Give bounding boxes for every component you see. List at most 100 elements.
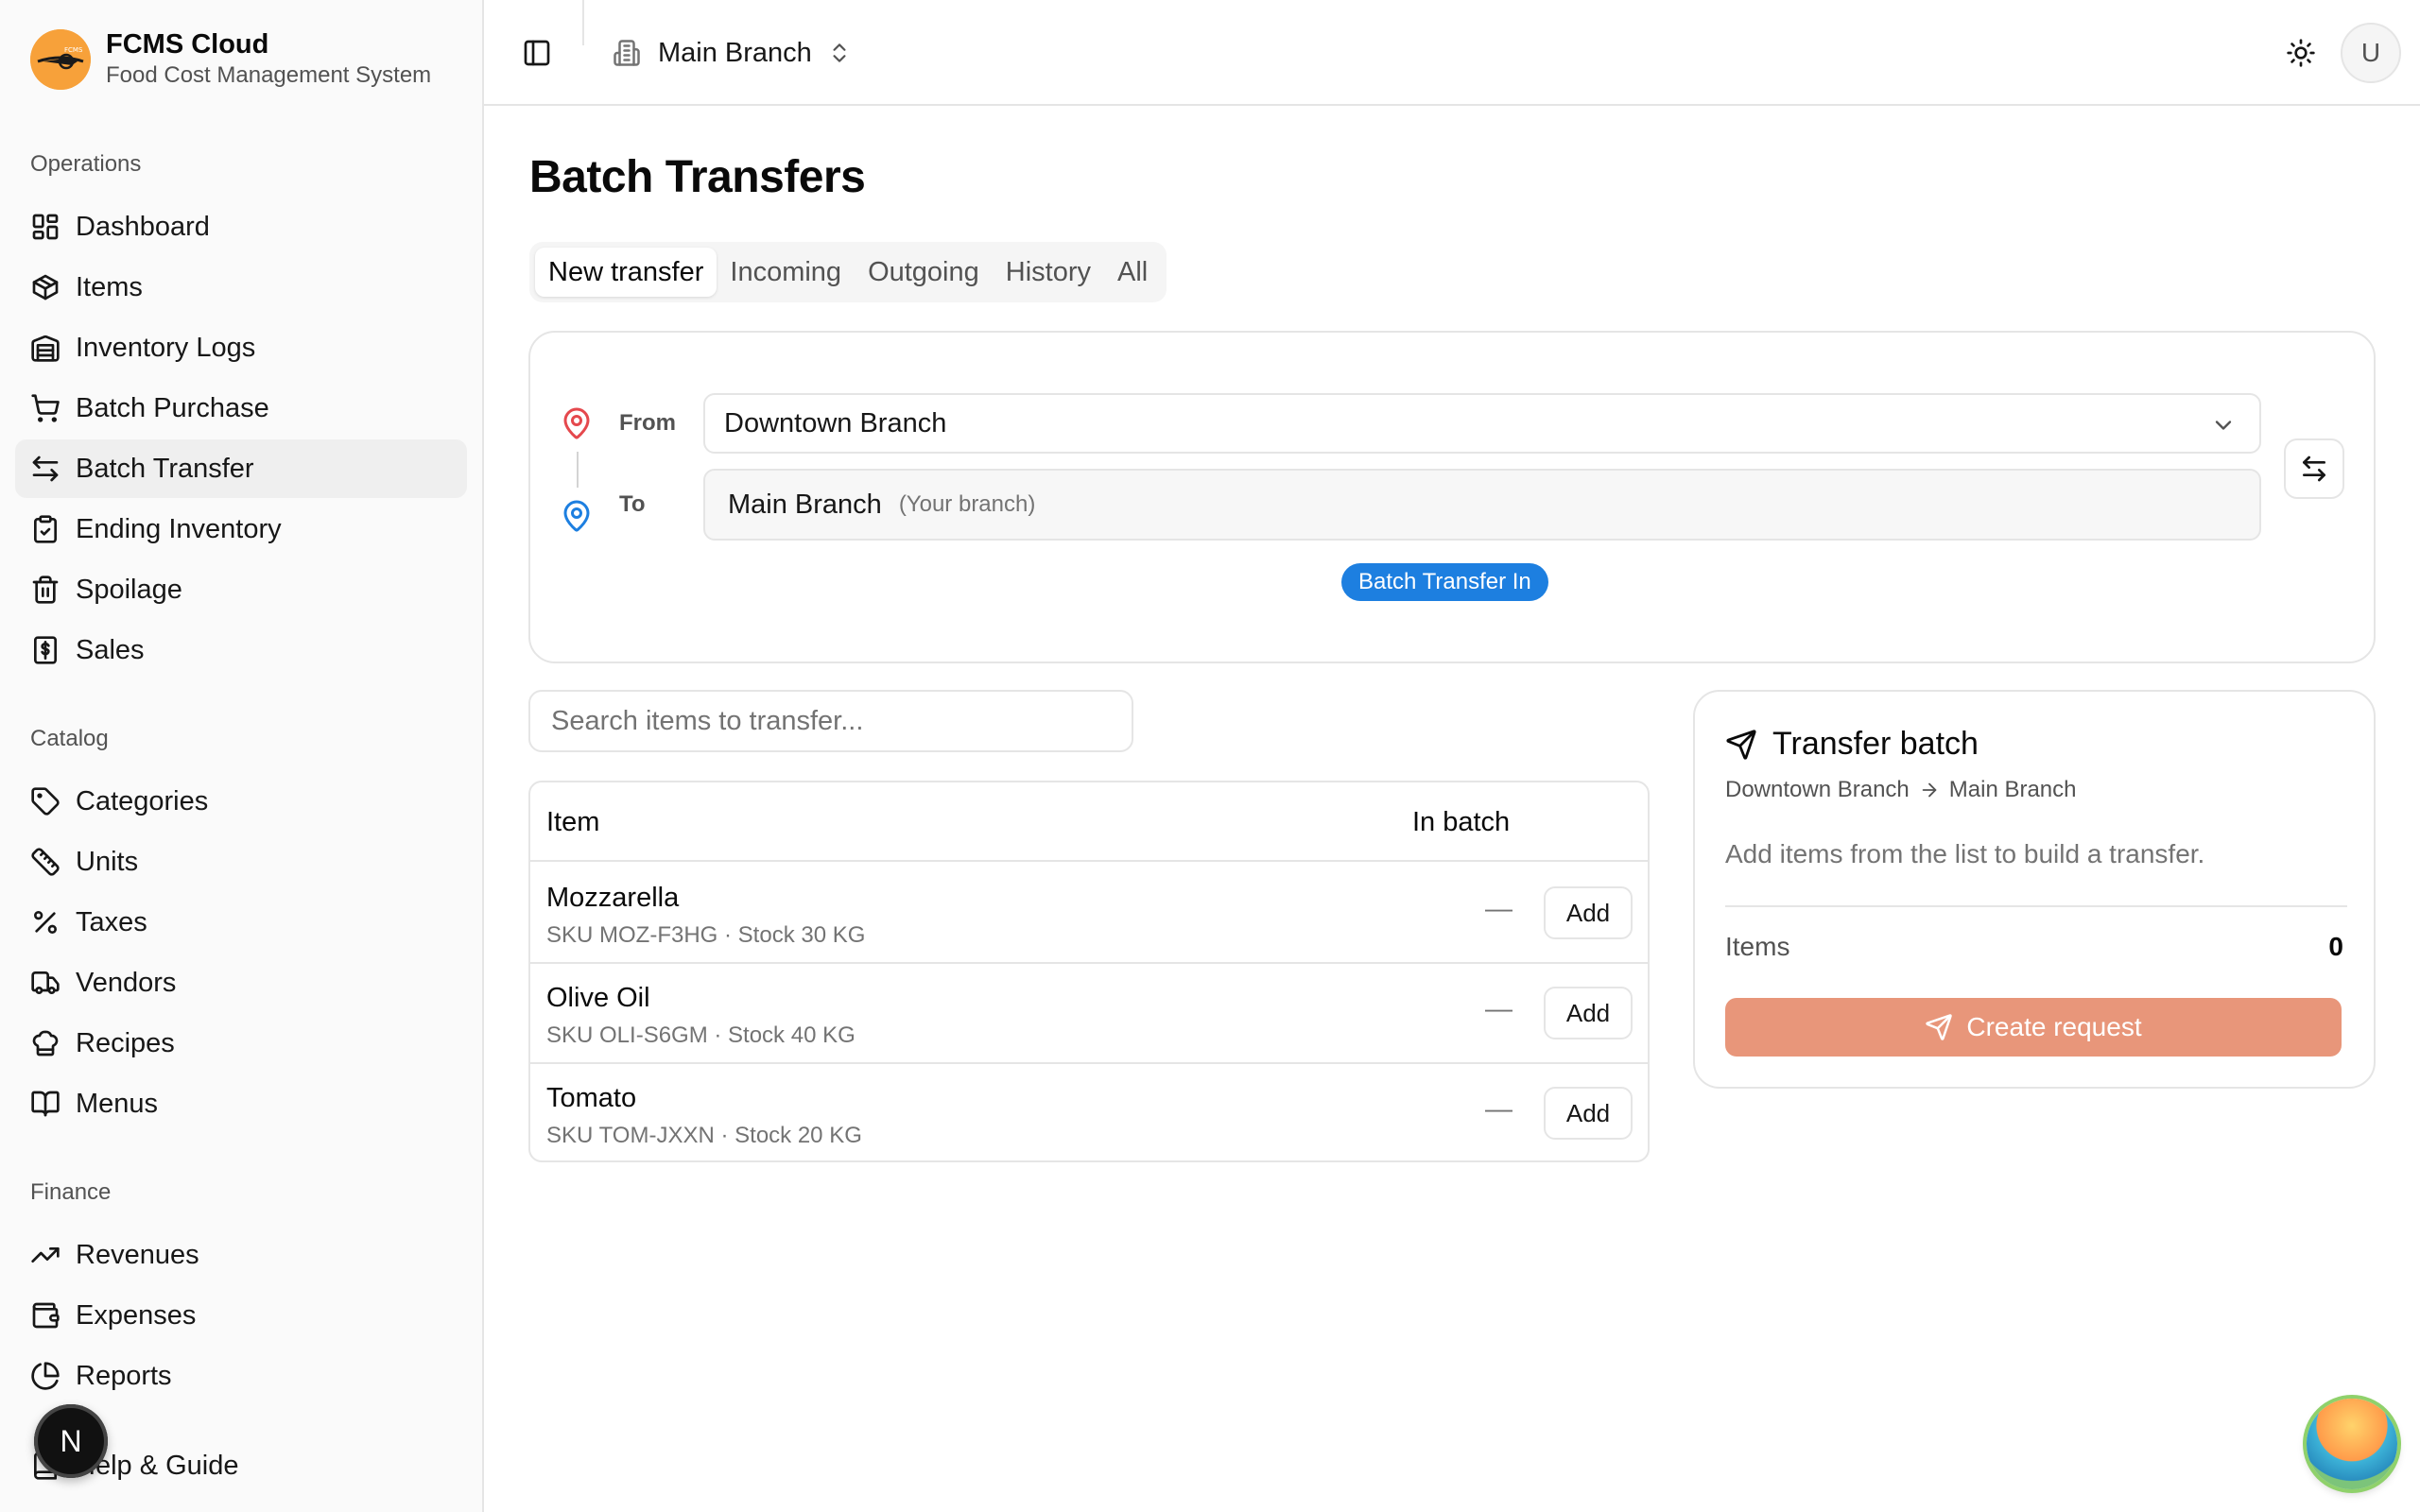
sidebar-item-taxes[interactable]: Taxes xyxy=(15,893,467,952)
sidebar-item-inventory-logs[interactable]: Inventory Logs xyxy=(15,318,467,377)
to-branch-hint: (Your branch) xyxy=(898,491,1036,517)
create-request-label: Create request xyxy=(1966,1012,2142,1041)
tab-new-transfer[interactable]: New transfer xyxy=(535,248,717,297)
to-branch-value: Main Branch xyxy=(728,489,882,520)
add-item-button[interactable]: Add xyxy=(1544,987,1633,1040)
column-header-item: Item xyxy=(546,807,600,837)
sidebar-item-dashboard[interactable]: Dashboard xyxy=(15,198,467,256)
send-icon xyxy=(1926,1014,1953,1040)
wallet-icon xyxy=(32,1302,60,1329)
chef-hat-icon xyxy=(32,1030,59,1057)
sidebar-item-batch-transfer[interactable]: Batch Transfer xyxy=(15,439,467,498)
from-branch-select[interactable]: Downtown Branch xyxy=(703,393,2261,454)
sidebar-item-items[interactable]: Items xyxy=(15,258,467,317)
assistant-avatar[interactable] xyxy=(2307,1399,2397,1489)
chevron-down-icon xyxy=(2215,421,2232,430)
brand[interactable]: FCMS FCMS Cloud Food Cost Management Sys… xyxy=(30,28,431,91)
item-name: Mozzarella xyxy=(546,883,680,913)
batch-items-count: 0 xyxy=(2328,932,2343,961)
to-branch-field: Main Branch (Your branch) xyxy=(703,469,2261,541)
sidebar-item-categories[interactable]: Categories xyxy=(15,772,467,831)
branch-switcher[interactable]: Main Branch xyxy=(613,28,852,77)
item-in-batch: — xyxy=(1485,894,1512,924)
create-request-button[interactable]: Create request xyxy=(1725,998,2342,1057)
sidebar-item-spoilage[interactable]: Spoilage xyxy=(15,560,467,619)
sidebar-item-expenses[interactable]: Expenses xyxy=(15,1286,467,1345)
sidebar-item-units[interactable]: Units xyxy=(15,833,467,891)
sidebar-item-label: Menus xyxy=(76,1088,159,1119)
receipt-dollar-icon xyxy=(34,636,57,664)
ruler-icon xyxy=(31,848,60,876)
transfer-icon xyxy=(32,455,59,482)
map-pin-from-icon xyxy=(563,407,590,439)
trending-up-icon xyxy=(31,1247,60,1263)
batch-title: Transfer batch xyxy=(1725,726,1979,763)
sidebar-item-sales[interactable]: Sales xyxy=(15,621,467,679)
swap-icon xyxy=(2303,455,2325,482)
to-label: To xyxy=(619,491,646,517)
swap-direction-button[interactable] xyxy=(2284,438,2344,499)
trash-icon xyxy=(32,576,59,604)
sidebar-item-label: Units xyxy=(76,846,139,877)
sidebar-item-label: Vendors xyxy=(76,967,177,998)
item-in-batch: — xyxy=(1485,1094,1512,1125)
item-meta: SKU OLI-S6GM · Stock 40 KG xyxy=(546,1022,856,1048)
nav-group-catalog: Catalog xyxy=(30,726,109,751)
sidebar-item-label: Sales xyxy=(76,634,145,665)
add-item-button[interactable]: Add xyxy=(1544,1087,1633,1140)
table-row: Tomato SKU TOM-JXXN · Stock 20 KG — Add xyxy=(530,1064,1648,1160)
table-row: Mozzarella SKU MOZ-F3HG · Stock 30 KG — … xyxy=(530,864,1648,964)
box-icon xyxy=(32,274,59,301)
sidebar-item-label: Expenses xyxy=(76,1299,197,1331)
brand-subtitle: Food Cost Management System xyxy=(106,62,432,88)
sidebar-item-menus[interactable]: Menus xyxy=(15,1074,467,1133)
batch-divider xyxy=(1725,905,2347,907)
sidebar-item-label: Ending Inventory xyxy=(76,513,282,544)
route-connector xyxy=(577,452,579,488)
tab-incoming[interactable]: Incoming xyxy=(717,248,855,297)
percent-icon xyxy=(34,911,57,934)
batch-title-text: Transfer batch xyxy=(1772,726,1979,762)
batch-route-from: Downtown Branch xyxy=(1725,777,1910,802)
cart-icon xyxy=(31,394,60,422)
sidebar-item-batch-purchase[interactable]: Batch Purchase xyxy=(15,379,467,438)
sidebar-item-label: Spoilage xyxy=(76,574,182,605)
sidebar-item-revenues[interactable]: Revenues xyxy=(15,1226,467,1284)
book-open-icon xyxy=(31,1091,60,1117)
item-in-batch: — xyxy=(1485,994,1512,1024)
tab-history[interactable]: History xyxy=(993,248,1104,297)
dev-tools-badge[interactable]: N xyxy=(34,1404,108,1478)
sidebar-item-label: Items xyxy=(76,271,143,302)
sidebar-item-recipes[interactable]: Recipes xyxy=(15,1014,467,1073)
sidebar-item-label: Categories xyxy=(76,785,209,816)
chevrons-up-down-icon xyxy=(833,43,846,62)
sidebar-item-label: Recipes xyxy=(76,1027,175,1058)
pie-chart-icon xyxy=(31,1362,60,1390)
search-input[interactable] xyxy=(528,690,1133,752)
sidebar-item-reports[interactable]: Reports xyxy=(15,1347,467,1405)
batch-empty-message: Add items from the list to build a trans… xyxy=(1725,839,2205,868)
sidebar-item-ending-inventory[interactable]: Ending Inventory xyxy=(15,500,467,558)
clipboard-check-icon xyxy=(34,515,57,543)
sidebar-item-vendors[interactable]: Vendors xyxy=(15,954,467,1012)
transfer-tabs: New transfer Incoming Outgoing History A… xyxy=(529,242,1167,302)
sun-icon[interactable] xyxy=(2286,38,2316,68)
send-icon xyxy=(1726,729,1756,760)
tab-outgoing[interactable]: Outgoing xyxy=(855,248,993,297)
tab-all[interactable]: All xyxy=(1104,248,1161,297)
map-pin-to-icon xyxy=(563,500,590,532)
add-item-button[interactable]: Add xyxy=(1544,886,1633,939)
svg-text:FCMS: FCMS xyxy=(64,46,83,54)
batch-route-to: Main Branch xyxy=(1948,777,2077,802)
truck-icon xyxy=(31,971,60,994)
brand-logo: FCMS xyxy=(30,29,91,90)
topbar-divider xyxy=(582,0,584,45)
item-name: Tomato xyxy=(546,1083,637,1113)
sidebar-item-label: Inventory Logs xyxy=(76,332,256,363)
brand-name: FCMS Cloud xyxy=(106,29,269,60)
arrow-right-icon xyxy=(1922,782,1937,798)
sidebar-toggle-icon[interactable] xyxy=(522,38,552,68)
sidebar-item-label: Dashboard xyxy=(76,211,210,242)
sidebar: FCMS FCMS Cloud Food Cost Management Sys… xyxy=(0,0,484,1512)
user-avatar[interactable]: U xyxy=(2341,23,2401,83)
